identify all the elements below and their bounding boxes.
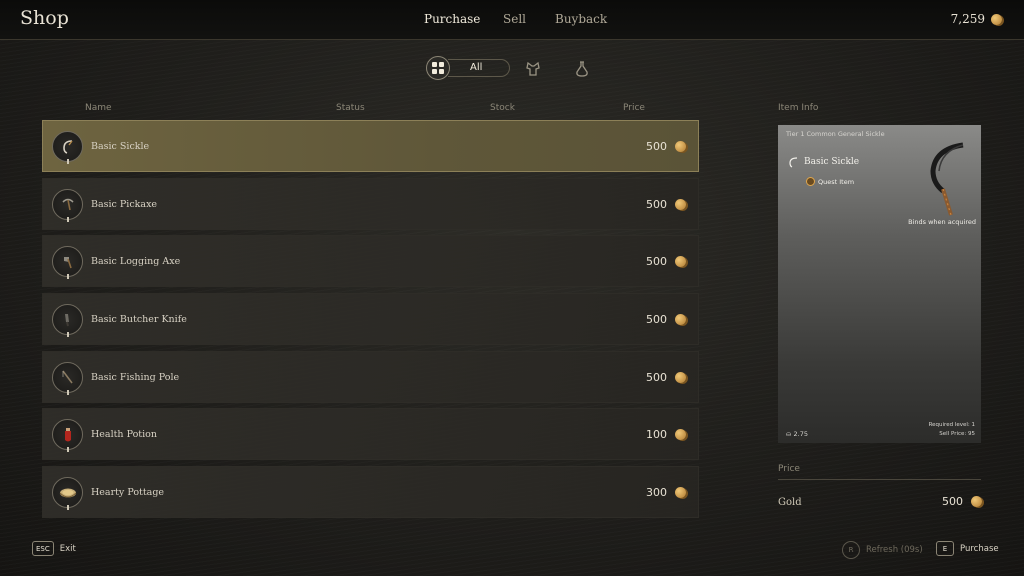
sickle-illustration-icon [930, 142, 964, 216]
price-header: Price [778, 464, 800, 474]
item-name: Hearty Pottage [91, 487, 165, 499]
item-info-card: Tier 1 Common General Sickle Basic Sickl… [778, 125, 981, 443]
currency-label: Gold [778, 497, 802, 508]
item-price: 300 [646, 486, 686, 499]
gold-coin-icon [675, 371, 686, 383]
item-weight: ⛀ 2.75 [786, 430, 808, 438]
sickle-icon [52, 131, 83, 164]
gold-coin-icon [675, 141, 686, 152]
r-key-icon: R [842, 541, 860, 559]
tab-sell[interactable]: Sell [503, 12, 526, 26]
fishing-pole-icon [52, 361, 83, 395]
total-price-value: 500 [942, 495, 963, 508]
armor-icon[interactable] [524, 60, 542, 82]
filter-all-button[interactable] [426, 56, 450, 80]
item-price: 500 [646, 371, 686, 384]
esc-key-icon: ESC [32, 541, 54, 556]
gold-coin-icon [675, 314, 686, 326]
gold-coin-icon [675, 429, 686, 441]
item-price-value: 500 [646, 370, 667, 384]
gold-coin-icon [675, 198, 686, 210]
item-price: 500 [646, 255, 686, 268]
item-price-value: 500 [646, 255, 667, 269]
item-price-value: 500 [646, 313, 667, 327]
item-price-value: 100 [646, 428, 667, 442]
item-name: Basic Butcher Knife [91, 314, 187, 326]
quest-item-tag: Quest Item [806, 177, 854, 186]
item-price-value: 300 [646, 486, 667, 500]
refresh-button[interactable]: R Refresh (09s) [842, 541, 923, 559]
item-price: 500 [646, 140, 686, 153]
gold-coin-icon [675, 487, 686, 499]
e-key-icon: E [936, 541, 954, 556]
sickle-small-icon [787, 156, 799, 171]
item-name: Basic Sickle [91, 141, 150, 152]
column-header-name: Name [85, 103, 112, 113]
item-tier-line: Tier 1 Common General Sickle [786, 130, 885, 138]
item-price: 500 [646, 313, 686, 326]
item-price-value: 500 [646, 197, 667, 211]
item-name: Health Potion [91, 429, 157, 441]
potion-icon[interactable] [574, 60, 590, 82]
tab-purchase[interactable]: Purchase [424, 12, 480, 26]
item-row-basic-pickaxe[interactable]: Basic Pickaxe 500 [42, 177, 699, 230]
grid-icon [432, 62, 444, 74]
item-name: Basic Logging Axe [91, 256, 181, 268]
item-info-header: Item Info [778, 103, 819, 113]
bowl-icon [52, 477, 83, 511]
quest-item-label: Quest Item [818, 177, 855, 186]
gold-coin-icon [971, 496, 982, 507]
item-list: Basic Sickle 500 Basic Pickaxe 500 Basic… [42, 120, 699, 524]
item-price: 500 [646, 198, 686, 211]
gold-coin-icon [991, 13, 1002, 25]
exit-label: Exit [59, 543, 76, 554]
category-filters: All [420, 52, 620, 84]
tab-buyback[interactable]: Buyback [555, 12, 607, 26]
exit-button[interactable]: ESC Exit [32, 541, 76, 556]
knife-icon [52, 304, 83, 338]
purchase-label: Purchase [960, 543, 999, 554]
purchase-button[interactable]: E Purchase [936, 541, 999, 556]
item-info-name: Basic Sickle [804, 157, 860, 167]
item-row-hearty-pottage[interactable]: Hearty Pottage 300 [42, 466, 699, 519]
pickaxe-icon [52, 188, 83, 222]
item-name: Basic Fishing Pole [91, 371, 180, 383]
gold-coin-icon [675, 256, 686, 268]
item-row-basic-sickle[interactable]: Basic Sickle 500 [42, 120, 699, 172]
potion-icon [52, 419, 83, 453]
item-weight-value: 2.75 [793, 430, 808, 438]
sell-price: Sell Price: 95 [939, 431, 975, 437]
shop-title: Shop [20, 7, 69, 29]
price-divider [778, 479, 981, 480]
total-price: 500 [942, 495, 982, 508]
item-price-value: 500 [646, 140, 667, 153]
filter-all-label: All [470, 62, 483, 73]
axe-icon [52, 246, 83, 280]
item-name: Basic Pickaxe [91, 198, 158, 210]
quest-icon [806, 177, 815, 186]
item-row-basic-fishing-pole[interactable]: Basic Fishing Pole 500 [42, 350, 699, 403]
item-row-basic-butcher-knife[interactable]: Basic Butcher Knife 500 [42, 293, 699, 346]
gold-amount: 7,259 [950, 12, 985, 26]
required-level: Required level: 1 [928, 422, 975, 428]
top-bar: Shop Purchase Sell Buyback 7,259 [0, 0, 1024, 40]
refresh-label: Refresh (09s) [866, 545, 923, 555]
item-row-basic-logging-axe[interactable]: Basic Logging Axe 500 [42, 235, 699, 288]
column-header-stock: Stock [490, 103, 515, 113]
item-requirements: Required level: 1 Sell Price: 95 [929, 421, 975, 439]
binds-text: Binds when acquired [908, 218, 976, 226]
item-price: 100 [646, 428, 686, 441]
column-header-price: Price [623, 103, 645, 113]
item-row-health-potion[interactable]: Health Potion 100 [42, 408, 699, 461]
gold-balance: 7,259 [951, 12, 1002, 26]
column-header-status: Status [336, 103, 365, 113]
